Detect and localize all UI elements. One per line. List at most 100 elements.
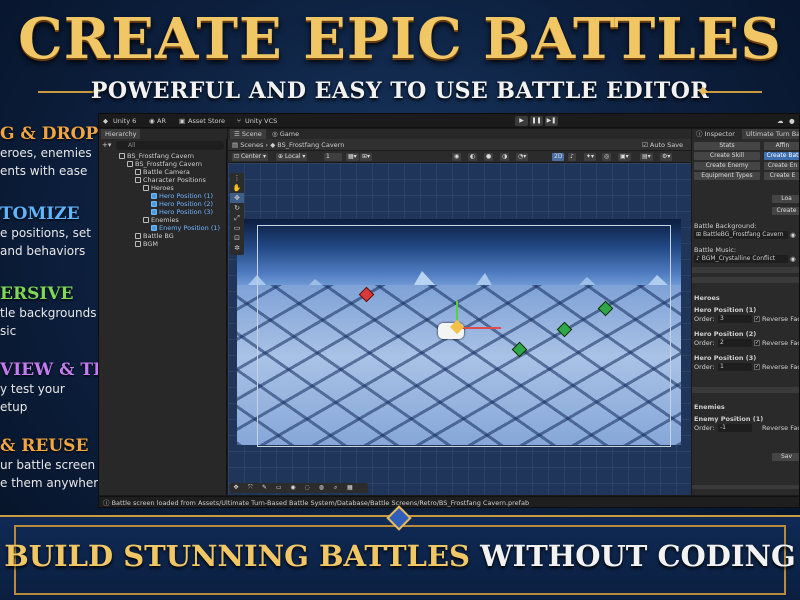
affinity-button[interactable]: Affin xyxy=(764,142,799,150)
scenes-icon: ▤ xyxy=(232,141,239,149)
order-field[interactable]: 3 xyxy=(718,315,752,323)
visibility-icon[interactable]: ◎ xyxy=(602,153,612,161)
create-skill-button[interactable]: Create Skill xyxy=(694,152,760,160)
render-mode-icon[interactable]: ◔▾ xyxy=(516,153,529,161)
shading-icon[interactable]: ◐ xyxy=(468,153,478,161)
create-encounter-button[interactable]: Create En xyxy=(764,162,799,170)
create-battle-button[interactable]: Create Bat xyxy=(764,152,799,160)
hierarchy-search-input[interactable]: All xyxy=(116,141,224,150)
asset-store-menu[interactable]: Asset Store xyxy=(188,116,225,126)
tab-scene[interactable]: ☰ Scene xyxy=(230,129,266,139)
object-picker-icon[interactable]: ◉ xyxy=(790,255,796,263)
wireframe-icon[interactable]: ◑ xyxy=(500,153,510,161)
scale-tool-icon[interactable]: ⤢ xyxy=(230,213,244,223)
feature-heading: G & DROP xyxy=(0,124,99,144)
tab-hierarchy[interactable]: Hierarchy xyxy=(101,129,141,139)
list-item[interactable]: Hero Position (2) xyxy=(99,200,227,208)
move-tool-icon[interactable]: ✥ xyxy=(230,193,244,203)
tile-zoom-icon[interactable]: ⌕ xyxy=(330,483,342,493)
toggle-2d-button[interactable]: 2D xyxy=(552,153,565,161)
prefab-icon xyxy=(127,161,133,167)
breadcrumb-item[interactable]: BS_Frostfang Cavern xyxy=(277,141,344,149)
unity-version-menu[interactable]: Unity 6 xyxy=(113,116,136,126)
list-item[interactable]: Enemies xyxy=(99,216,227,224)
list-item[interactable]: BGM xyxy=(99,240,227,248)
enemies-header: Enemies xyxy=(694,403,725,411)
reverse-facing-checkbox[interactable]: ✓ xyxy=(754,340,760,346)
pause-button[interactable]: ❚❚ xyxy=(530,116,543,126)
list-item[interactable]: Battle Camera xyxy=(99,168,227,176)
tile-select-icon[interactable]: ✥ xyxy=(230,483,242,493)
tab-game[interactable]: ◎ Game xyxy=(268,129,303,139)
load-button[interactable]: Loa xyxy=(772,195,799,203)
feature-line: ur battle screen xyxy=(0,458,96,472)
tile-box-icon[interactable]: ▭ xyxy=(273,483,285,493)
inspector-scrollbar[interactable] xyxy=(692,485,799,489)
increment-snap-icon[interactable]: ⊞▾ xyxy=(360,153,373,161)
auto-save-toggle[interactable]: ☑ Auto Save xyxy=(642,140,683,150)
stats-button[interactable]: Stats xyxy=(694,142,760,150)
list-item[interactable]: Heroes xyxy=(99,184,227,192)
draw-mode-icon[interactable]: ◉ xyxy=(452,153,462,161)
rect-tool-icon[interactable]: ▭ xyxy=(230,223,244,233)
hero-position-name: Hero Position (2) xyxy=(694,330,757,338)
play-button[interactable]: ▶ xyxy=(515,116,528,126)
equipment-types-button[interactable]: Equipment Types xyxy=(694,172,760,180)
order-field[interactable]: 2 xyxy=(718,339,752,347)
rotate-tool-icon[interactable]: ↻ xyxy=(230,203,244,213)
custom-tool-icon[interactable]: ✲ xyxy=(230,243,244,253)
grid-snap-icon[interactable]: ▦▾ xyxy=(346,153,359,161)
step-button[interactable]: ▶❚ xyxy=(545,116,558,126)
tile-grid-icon[interactable]: ▦ xyxy=(344,483,356,493)
add-object-button[interactable]: +▾ xyxy=(102,141,111,149)
space-dropdown[interactable]: ⊕ Local ▾ xyxy=(276,153,308,161)
breadcrumb-root[interactable]: Scenes xyxy=(240,141,263,149)
list-item[interactable]: Hero Position (3) xyxy=(99,208,227,216)
pivot-dropdown[interactable]: ⊡ Center ▾ xyxy=(232,153,269,161)
create-equipment-button[interactable]: Create E xyxy=(764,172,799,180)
create-enemy-button[interactable]: Create Enemy xyxy=(694,162,760,170)
tile-move-icon[interactable]: ⤧ xyxy=(244,483,256,493)
lighting-icon[interactable]: ● xyxy=(484,153,494,161)
tile-fill-icon[interactable]: ◍ xyxy=(315,483,327,493)
list-item[interactable]: BS_Frostfang Cavern xyxy=(99,160,227,168)
ar-menu[interactable]: AR xyxy=(157,116,166,126)
list-item[interactable]: Character Positions xyxy=(99,176,227,184)
camera-settings-icon[interactable]: ▣▾ xyxy=(618,153,631,161)
tab-ultimate-turn-based[interactable]: Ultimate Turn Bas xyxy=(742,129,799,139)
scene-breadcrumb-bar: ▤ Scenes › ◆ BS_Frostfang Cavern ☑ Auto … xyxy=(228,139,691,151)
gizmos-icon[interactable]: ▤▾ xyxy=(640,153,653,161)
unity-vcs-menu[interactable]: Unity VCS xyxy=(245,116,277,126)
tile-paint-icon[interactable]: ✎ xyxy=(258,483,270,493)
battle-music-field[interactable]: ♪ BGM_Crystalline Conflict xyxy=(694,255,788,263)
prefab-icon xyxy=(151,193,157,199)
scene-settings-icon[interactable]: ⚙▾ xyxy=(660,153,673,161)
object-picker-icon[interactable]: ◉ xyxy=(790,231,796,239)
create-button[interactable]: Create xyxy=(772,207,799,215)
order-field[interactable]: 1 xyxy=(718,363,752,371)
list-item[interactable]: BS_Frostfang Cavern xyxy=(99,152,227,160)
tile-erase-icon[interactable]: ◌ xyxy=(301,483,313,493)
divider xyxy=(692,387,799,393)
battle-background-field[interactable]: ⊞ BattleBG_Frostfang Cavern xyxy=(694,231,788,239)
transform-tool-icon[interactable]: ⊡ xyxy=(230,233,244,243)
tab-inspector[interactable]: ⓘ Inspector xyxy=(692,129,739,139)
tile-pick-icon[interactable]: ◉ xyxy=(287,483,299,493)
save-button[interactable]: Sav xyxy=(772,453,799,461)
reverse-facing-checkbox[interactable]: ✓ xyxy=(754,316,760,322)
cloud-icon[interactable]: ☁ xyxy=(777,116,784,126)
feature-customize: TOMIZE e positions, set and behaviors xyxy=(0,204,100,260)
battle-music-label: Battle Music: xyxy=(694,246,737,254)
account-icon[interactable]: ● xyxy=(789,116,795,126)
list-item[interactable]: Battle BG xyxy=(99,232,227,240)
tools-menu-icon[interactable]: ⋮ xyxy=(230,173,244,183)
order-field[interactable]: -1 xyxy=(718,424,752,432)
effects-icon[interactable]: ✦▾ xyxy=(584,153,597,161)
snap-value-field[interactable]: 1 xyxy=(324,153,342,161)
list-item[interactable]: Enemy Position (1) xyxy=(99,224,227,232)
list-item[interactable]: Hero Position (1) xyxy=(99,192,227,200)
gameobject-icon xyxy=(135,169,141,175)
hand-tool-icon[interactable]: ✋ xyxy=(230,183,244,193)
reverse-facing-checkbox[interactable]: ✓ xyxy=(754,364,760,370)
audio-toggle-icon[interactable]: ♪ xyxy=(568,153,576,161)
